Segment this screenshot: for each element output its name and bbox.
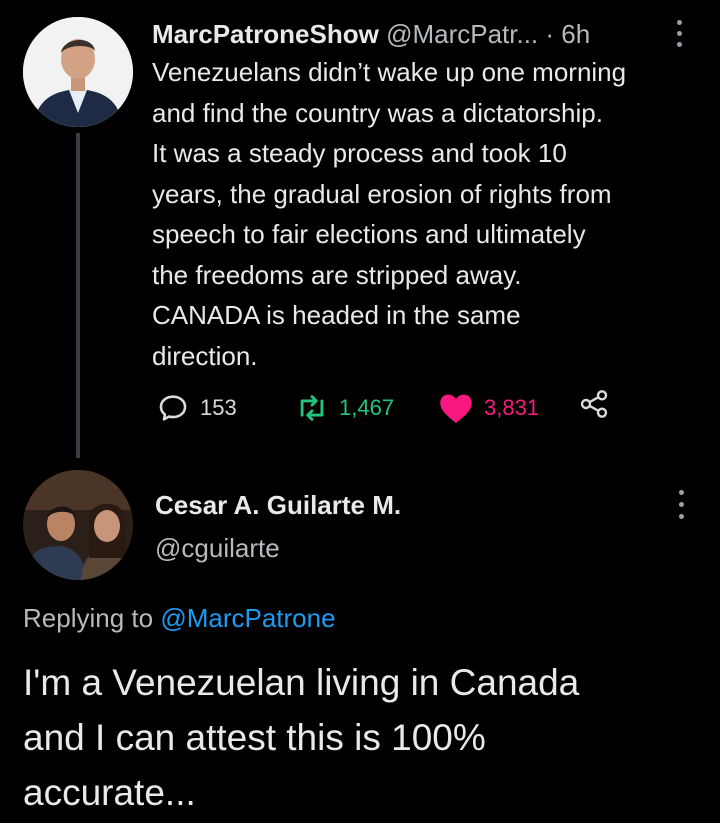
- more-icon[interactable]: [672, 18, 686, 50]
- tweet-actions: 153 1,467 3,831: [152, 388, 622, 428]
- share-button[interactable]: [578, 388, 610, 420]
- tweet-text: Venezuelans didn’t wake up one morning a…: [152, 57, 627, 371]
- replying-to-line: Replying to @MarcPatrone: [23, 598, 336, 638]
- avatar-marcpatroneshow[interactable]: [23, 17, 133, 127]
- more-icon[interactable]: [674, 488, 688, 522]
- share-icon: [580, 390, 608, 418]
- replying-to-link[interactable]: @MarcPatrone: [160, 603, 335, 633]
- retweet-button[interactable]: 1,467: [295, 388, 394, 428]
- author-name[interactable]: MarcPatroneShow: [152, 19, 379, 49]
- reply-count: 153: [200, 395, 237, 420]
- profile-photo: [23, 17, 133, 127]
- reply-author-handle[interactable]: @cguilarte: [155, 530, 280, 566]
- like-button[interactable]: 3,831: [438, 388, 539, 428]
- avatar-cguilarte[interactable]: [23, 470, 133, 580]
- heart-icon: [440, 394, 472, 423]
- retweet-icon: [300, 395, 324, 421]
- tweet-timestamp[interactable]: · 6h: [545, 19, 590, 49]
- reply-text: I'm a Venezuelan living in Canada and I …: [23, 662, 580, 813]
- profile-photo: [23, 470, 133, 580]
- author-handle[interactable]: @MarcPatr...: [386, 19, 538, 49]
- tweet-header: MarcPatroneShow @MarcPatr... · 6h: [152, 14, 692, 54]
- reply-icon: [159, 395, 187, 421]
- reply-button[interactable]: 153: [156, 388, 237, 428]
- reply-author-name[interactable]: Cesar A. Guilarte M.: [155, 487, 401, 523]
- thread-connector-line: [76, 133, 80, 458]
- retweet-count: 1,467: [339, 395, 395, 420]
- replying-to-prefix: Replying to: [23, 603, 161, 633]
- like-count: 3,831: [484, 395, 540, 420]
